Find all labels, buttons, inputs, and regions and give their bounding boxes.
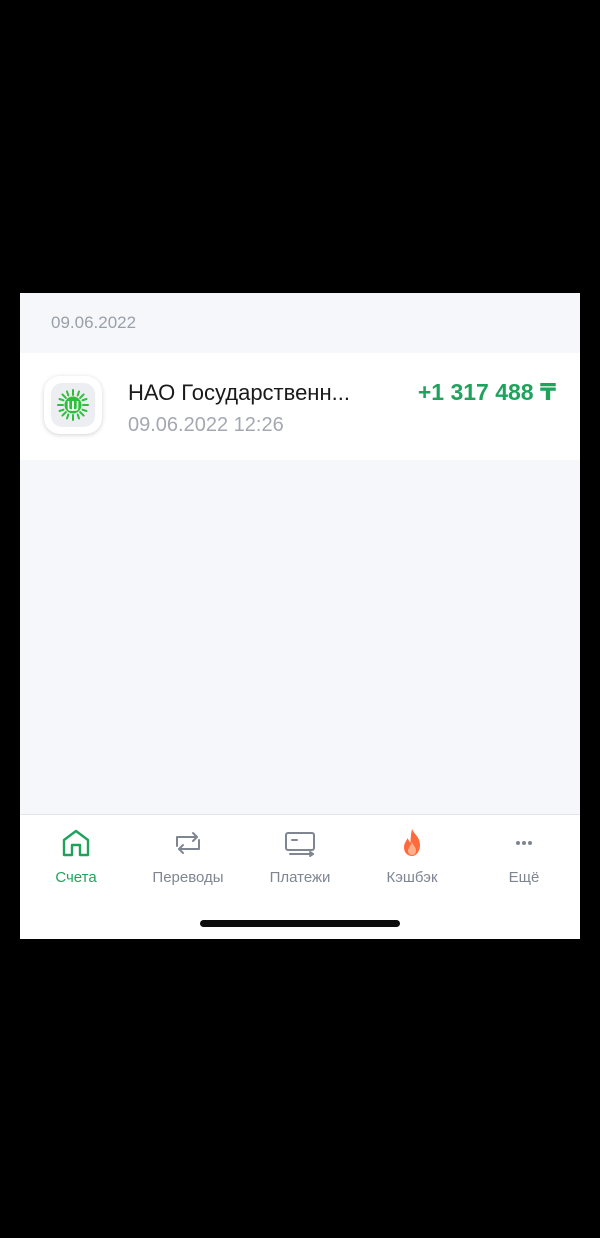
tab-cashback-label: Кэшбэк bbox=[386, 869, 438, 886]
home-indicator[interactable] bbox=[200, 920, 400, 927]
payment-card-icon bbox=[285, 832, 315, 857]
tab-transfers-label: Переводы bbox=[152, 869, 224, 886]
tab-more[interactable]: Ещё bbox=[468, 815, 580, 895]
more-dots-icon bbox=[516, 841, 532, 845]
tab-transfers[interactable]: Переводы bbox=[132, 815, 244, 895]
transaction-row[interactable]: НАО Государственн... 09.06.2022 12:26 +1… bbox=[20, 353, 580, 460]
flame-icon bbox=[404, 829, 420, 856]
home-icon bbox=[62, 829, 90, 857]
tab-cashback[interactable]: Кэшбэк bbox=[356, 815, 468, 895]
bottom-tab-bar: Счета Переводы Платежи Кэшбэк Ещё bbox=[20, 814, 580, 939]
tab-payments-label: Платежи bbox=[269, 869, 331, 886]
transaction-datetime: 09.06.2022 12:26 bbox=[128, 414, 284, 436]
tab-payments[interactable]: Платежи bbox=[244, 815, 356, 895]
app-screen: 09.06.2022 НАО Государственн... 09.06.20… bbox=[20, 293, 580, 939]
date-group-header: 09.06.2022 bbox=[51, 313, 137, 332]
tab-more-label: Ещё bbox=[508, 869, 540, 886]
government-sun-logo-icon bbox=[57, 389, 89, 421]
logo-background bbox=[51, 383, 95, 427]
tab-accounts-label: Счета bbox=[55, 869, 97, 886]
transaction-title: НАО Государственн... bbox=[128, 380, 350, 405]
transaction-amount: +1 317 488 ₸ bbox=[417, 379, 556, 405]
transfer-arrows-icon bbox=[176, 832, 200, 854]
tab-accounts[interactable]: Счета bbox=[20, 815, 132, 895]
merchant-logo bbox=[44, 376, 102, 434]
